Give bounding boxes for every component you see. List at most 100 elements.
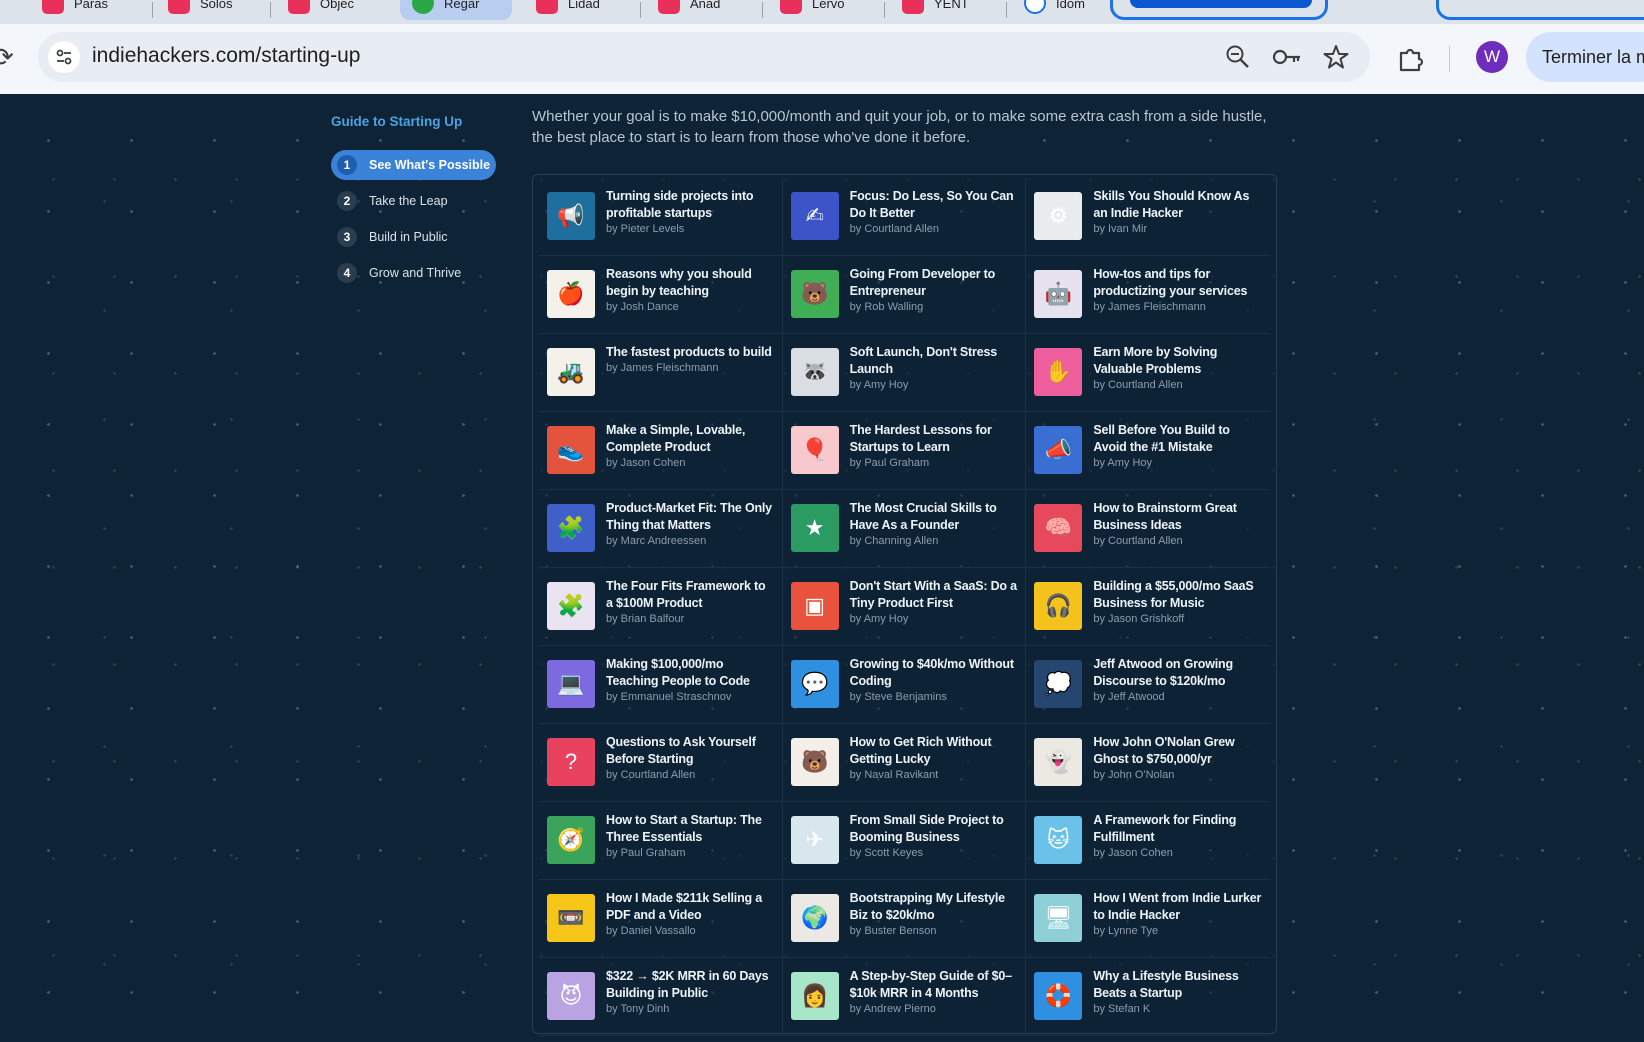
article-title[interactable]: Soft Launch, Don't Stress Launch: [850, 344, 1018, 378]
article-title[interactable]: How to Start a Startup: The Three Essent…: [606, 812, 774, 846]
article-thumbnail-icon: ★: [790, 504, 839, 552]
url-text[interactable]: indiehackers.com/starting-up: [92, 44, 360, 68]
article-title[interactable]: Why a Lifestyle Business Beats a Startup: [1093, 968, 1262, 1002]
article-card[interactable]: 😈 $322 → $2K MRR in 60 Days Building in P…: [539, 958, 783, 1036]
article-title[interactable]: Product-Market Fit: The Only Thing that …: [606, 500, 774, 534]
guide-title[interactable]: Guide to Starting Up: [331, 114, 462, 129]
article-title[interactable]: Bootstrapping My Lifestyle Biz to $20k/m…: [850, 890, 1018, 924]
article-title[interactable]: Earn More by Solving Valuable Problems: [1093, 344, 1262, 378]
article-text: The fastest products to build by James Fl…: [606, 344, 772, 374]
article-title[interactable]: Turning side projects into profitable st…: [606, 188, 774, 222]
zoom-out-icon[interactable]: [1224, 43, 1252, 71]
article-title[interactable]: Sell Before You Build to Avoid the #1 Mi…: [1093, 422, 1262, 456]
article-card[interactable]: 🌍 Bootstrapping My Lifestyle Biz to $20k/…: [782, 880, 1027, 958]
article-thumbnail-icon: ⚙: [1034, 192, 1083, 240]
article-card[interactable]: 👻 How John O'Nolan Grew Ghost to $750,000…: [1026, 724, 1270, 802]
browser-tab[interactable]: YENT: [890, 0, 1000, 20]
article-title[interactable]: From Small Side Project to Booming Busin…: [850, 812, 1018, 846]
key-icon[interactable]: [1272, 43, 1300, 71]
article-card[interactable]: 🤖 How-tos and tips for productizing your …: [1026, 256, 1270, 334]
article-card[interactable]: 🚜 The fastest products to build by James F…: [539, 334, 783, 412]
article-card[interactable]: 💻 Making $100,000/mo Teaching People to C…: [539, 646, 783, 724]
article-card[interactable]: 🧭 How to Start a Startup: The Three Essen…: [539, 802, 783, 880]
step-see-whats-possible[interactable]: 1 See What's Possible: [331, 150, 496, 180]
browser-tab[interactable]: Paras: [30, 0, 148, 20]
article-card[interactable]: 💭 Jeff Atwood on Growing Discourse to $12…: [1026, 646, 1270, 724]
article-title[interactable]: How to Get Rich Without Getting Lucky: [850, 734, 1018, 768]
profile-avatar[interactable]: W: [1476, 41, 1508, 73]
article-title[interactable]: The Four Fits Framework to a $100M Produ…: [606, 578, 774, 612]
article-card[interactable]: ✋ Earn More by Solving Valuable Problems b…: [1026, 334, 1270, 412]
browser-tab[interactable]: Idom: [1012, 0, 1122, 20]
article-title[interactable]: Jeff Atwood on Growing Discourse to $120…: [1093, 656, 1262, 690]
browser-tab[interactable]: Lervo: [768, 0, 878, 20]
article-card[interactable]: 🎈 The Hardest Lessons for Startups to Lea…: [782, 412, 1027, 490]
article-card[interactable]: 📣 Sell Before You Build to Avoid the #1 M…: [1026, 412, 1270, 490]
article-title[interactable]: The Most Crucial Skills to Have As a Fou…: [850, 500, 1018, 534]
step-take-the-leap[interactable]: 2 Take the Leap: [331, 186, 496, 216]
article-card[interactable]: 🐱 A Framework for Finding Fulfillment by J…: [1026, 802, 1270, 880]
step-grow-and-thrive[interactable]: 4 Grow and Thrive: [331, 258, 496, 288]
step-label: Take the Leap: [369, 194, 448, 208]
article-title[interactable]: How-tos and tips for productizing your s…: [1093, 266, 1262, 300]
article-author: by Courtland Allen: [606, 769, 696, 781]
article-card[interactable]: 🐻 How to Get Rich Without Getting Lucky by…: [782, 724, 1027, 802]
article-title[interactable]: A Framework for Finding Fulfillment: [1093, 812, 1262, 846]
article-card[interactable]: 👩 A Step-by-Step Guide of $0–$10k MRR in …: [782, 958, 1027, 1036]
article-title[interactable]: How I Made $211k Selling a PDF and a Vid…: [606, 890, 774, 924]
site-info-icon[interactable]: [48, 41, 80, 73]
finish-update-button[interactable]: Terminer la m: [1526, 32, 1644, 82]
article-title[interactable]: The fastest products to build: [606, 344, 772, 361]
tab-strip: Paras Solos Objec Regar Lidad Anad Lervo…: [0, 0, 1644, 24]
reload-icon[interactable]: ⟳: [0, 42, 14, 73]
browser-tab[interactable]: Objec: [276, 0, 386, 20]
article-card[interactable]: ✈ From Small Side Project to Booming Busi…: [782, 802, 1027, 880]
browser-tab[interactable]: Anad: [646, 0, 756, 20]
article-title[interactable]: $322 → $2K MRR in 60 Days Building in Pu…: [606, 968, 774, 1002]
article-author: by Jason Cohen: [1093, 847, 1173, 859]
article-title[interactable]: Focus: Do Less, So You Can Do It Better: [850, 188, 1018, 222]
article-card[interactable]: ▣ Don't Start With a SaaS: Do a Tiny Prod…: [782, 568, 1027, 646]
article-card[interactable]: 🦝 Soft Launch, Don't Stress Launch by Amy …: [782, 334, 1027, 412]
browser-tab[interactable]: Regar: [400, 0, 512, 20]
article-card[interactable]: 📢 Turning side projects into profitable s…: [539, 178, 783, 256]
article-title[interactable]: Skills You Should Know As an Indie Hacke…: [1093, 188, 1262, 222]
article-title[interactable]: Don't Start With a SaaS: Do a Tiny Produ…: [850, 578, 1018, 612]
article-card[interactable]: 🧩 The Four Fits Framework to a $100M Prod…: [539, 568, 783, 646]
article-card[interactable]: 🎧 Building a $55,000/mo SaaS Business for…: [1026, 568, 1270, 646]
article-card[interactable]: 🐻 Going From Developer to Entrepreneur by …: [782, 256, 1027, 334]
article-card[interactable]: 🧩 Product-Market Fit: The Only Thing that…: [539, 490, 783, 568]
article-author: by Lynne Tye: [1093, 925, 1159, 937]
article-card[interactable]: ? Questions to Ask Yourself Before Starti…: [539, 724, 783, 802]
browser-tab[interactable]: Lidad: [524, 0, 634, 20]
step-build-in-public[interactable]: 3 Build in Public: [331, 222, 496, 252]
article-title[interactable]: Reasons why you should begin by teaching: [606, 266, 774, 300]
article-title[interactable]: How I Went from Indie Lurker to Indie Ha…: [1093, 890, 1262, 924]
article-title[interactable]: The Hardest Lessons for Startups to Lear…: [850, 422, 1018, 456]
article-title[interactable]: Questions to Ask Yourself Before Startin…: [606, 734, 774, 768]
article-card[interactable]: ✍ Focus: Do Less, So You Can Do It Better…: [782, 178, 1027, 256]
browser-tab[interactable]: Solos: [156, 0, 266, 20]
extensions-icon[interactable]: [1396, 43, 1426, 73]
article-thumbnail-icon: 😈: [547, 972, 595, 1020]
article-title[interactable]: How to Brainstorm Great Business Ideas: [1093, 500, 1262, 534]
article-card[interactable]: 📼 How I Made $211k Selling a PDF and a Vi…: [539, 880, 783, 958]
article-card[interactable]: 🍎 Reasons why you should begin by teachin…: [539, 256, 783, 334]
article-card[interactable]: 👟 Make a Simple, Lovable, Complete Produc…: [539, 412, 783, 490]
article-title[interactable]: Make a Simple, Lovable, Complete Product: [606, 422, 774, 456]
address-bar[interactable]: indiehackers.com/starting-up: [38, 32, 1370, 82]
article-title[interactable]: A Step-by-Step Guide of $0–$10k MRR in 4…: [850, 968, 1018, 1002]
article-card[interactable]: ⚙ Skills You Should Know As an Indie Hack…: [1026, 178, 1270, 256]
article-title[interactable]: Making $100,000/mo Teaching People to Co…: [606, 656, 774, 690]
article-card[interactable]: 🧠 How to Brainstorm Great Business Ideas b…: [1026, 490, 1270, 568]
article-card[interactable]: 💬 Growing to $40k/mo Without Coding by Ste…: [782, 646, 1027, 724]
article-card[interactable]: 🖥 How I Went from Indie Lurker to Indie H…: [1026, 880, 1270, 958]
article-title[interactable]: Building a $55,000/mo SaaS Business for …: [1093, 578, 1262, 612]
article-card[interactable]: 🛟 Why a Lifestyle Business Beats a Startu…: [1026, 958, 1270, 1036]
article-card[interactable]: ★ The Most Crucial Skills to Have As a Fo…: [782, 490, 1027, 568]
article-title[interactable]: How John O'Nolan Grew Ghost to $750,000/…: [1093, 734, 1262, 768]
article-title[interactable]: Going From Developer to Entrepreneur: [850, 266, 1018, 300]
article-text: Soft Launch, Don't Stress Launch by Amy H…: [850, 344, 1018, 391]
bookmark-star-icon[interactable]: [1322, 43, 1350, 71]
article-title[interactable]: Growing to $40k/mo Without Coding: [850, 656, 1018, 690]
